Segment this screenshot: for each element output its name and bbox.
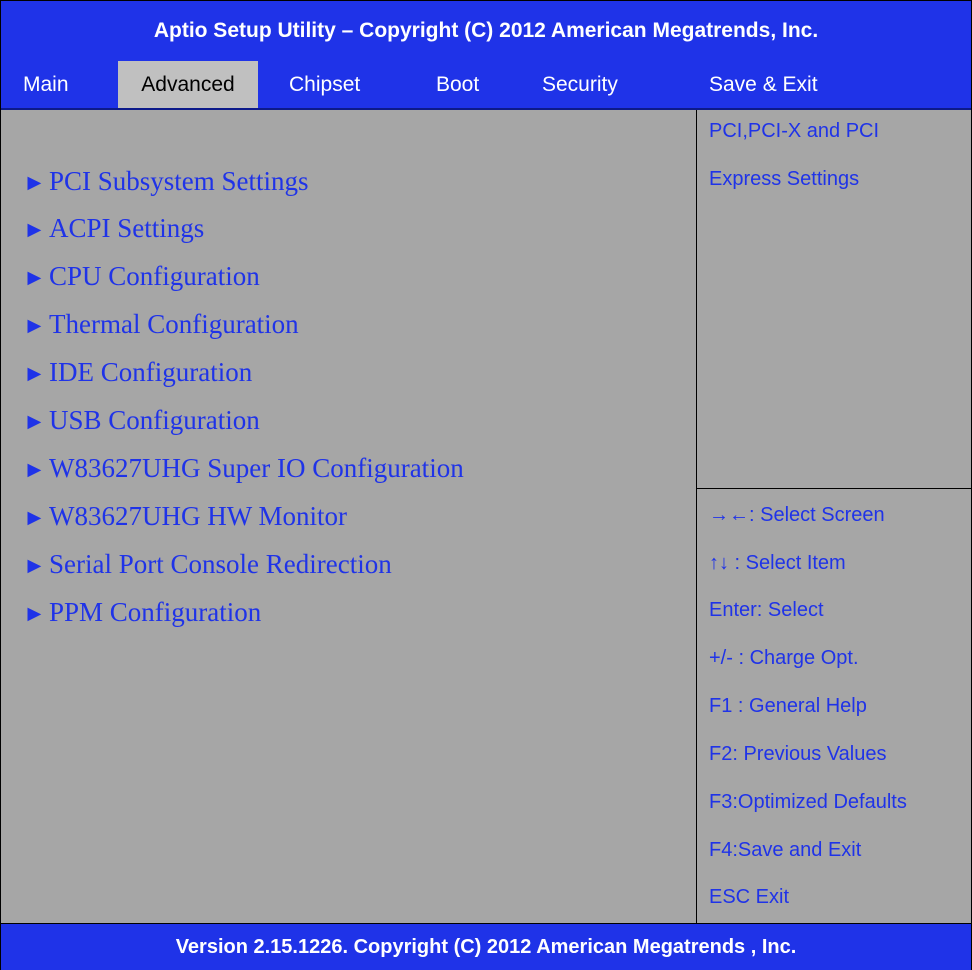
submenu-arrow-icon: ► xyxy=(23,313,46,338)
menu-item-super-io-configuration[interactable]: ► W83627UHG Super IO Configuration xyxy=(23,448,464,488)
bios-setup-window: Aptio Setup Utility – Copyright (C) 2012… xyxy=(0,0,972,970)
title-bar: Aptio Setup Utility – Copyright (C) 2012… xyxy=(1,1,971,61)
menu-panel: ► PCI Subsystem Settings ► ACPI Settings ►… xyxy=(1,110,697,923)
tab-security[interactable]: Security xyxy=(542,61,618,108)
key-select-item: ↑↓ : Select Item xyxy=(709,552,846,574)
key-optimized-defaults: F3:Optimized Defaults xyxy=(709,791,907,813)
menu-item-cpu-configuration[interactable]: ► CPU Configuration xyxy=(23,256,260,296)
submenu-arrow-icon: ► xyxy=(23,505,46,530)
title-text: Aptio Setup Utility – Copyright (C) 2012… xyxy=(153,19,819,42)
tab-save-exit[interactable]: Save & Exit xyxy=(709,61,818,108)
menu-item-label: W83627UHG Super IO Configuration xyxy=(49,453,464,483)
menu-item-acpi-settings[interactable]: ► ACPI Settings xyxy=(23,208,204,248)
tab-main[interactable]: Main xyxy=(23,61,69,108)
menu-item-thermal-configuration[interactable]: ► Thermal Configuration xyxy=(23,304,299,344)
key-save-and-exit: F4:Save and Exit xyxy=(709,839,862,861)
menu-item-ide-configuration[interactable]: ► IDE Configuration xyxy=(23,352,252,392)
key-escape-exit: ESC Exit xyxy=(709,886,790,908)
version-text: Version 2.15.1226. Copyright (C) 2012 Am… xyxy=(175,936,797,958)
menu-item-label: IDE Configuration xyxy=(49,357,253,387)
menu-item-label: W83627UHG HW Monitor xyxy=(49,501,347,531)
submenu-arrow-icon: ► xyxy=(23,457,46,482)
tab-bar: Main Advanced Chipset Boot Security Save… xyxy=(1,61,971,110)
key-general-help: F1 : General Help xyxy=(709,695,867,717)
menu-item-label: ACPI Settings xyxy=(49,213,205,243)
key-change-option: +/- : Charge Opt. xyxy=(709,647,859,669)
menu-item-usb-configuration[interactable]: ► USB Configuration xyxy=(23,400,260,440)
menu-item-label: PPM Configuration xyxy=(49,597,262,627)
submenu-arrow-icon: ► xyxy=(23,265,46,290)
menu-item-label: PCI Subsystem Settings xyxy=(49,166,309,196)
submenu-arrow-icon: ► xyxy=(23,601,46,626)
submenu-arrow-icon: ► xyxy=(23,361,46,386)
submenu-arrow-icon: ► xyxy=(23,170,46,195)
menu-item-label: Serial Port Console Redirection xyxy=(49,549,392,579)
menu-item-label: USB Configuration xyxy=(49,405,260,435)
submenu-arrow-icon: ► xyxy=(23,409,46,434)
tab-advanced[interactable]: Advanced xyxy=(118,61,258,108)
menu-item-label: Thermal Configuration xyxy=(49,309,299,339)
help-panel: PCI,PCI-X and PCI Express Settings xyxy=(697,110,971,489)
submenu-arrow-icon: ► xyxy=(23,553,46,578)
key-previous-values: F2: Previous Values xyxy=(709,743,887,765)
menu-item-ppm-configuration[interactable]: ► PPM Configuration xyxy=(23,592,261,632)
menu-item-hw-monitor[interactable]: ► W83627UHG HW Monitor xyxy=(23,496,347,536)
submenu-arrow-icon: ► xyxy=(23,217,46,242)
menu-item-pci-subsystem-settings[interactable]: ► PCI Subsystem Settings xyxy=(23,161,309,201)
help-text-line: Express Settings xyxy=(709,168,860,190)
menu-item-serial-port-console-redirection[interactable]: ► Serial Port Console Redirection xyxy=(23,544,392,584)
tab-boot[interactable]: Boot xyxy=(436,61,479,108)
key-enter-select: Enter: Select xyxy=(709,599,824,621)
tab-chipset[interactable]: Chipset xyxy=(289,61,360,108)
key-legend-panel: →←: Select Screen ↑↓ : Select Item Enter… xyxy=(697,489,971,923)
menu-item-label: CPU Configuration xyxy=(49,261,260,291)
footer-bar: Version 2.15.1226. Copyright (C) 2012 Am… xyxy=(1,923,971,970)
key-select-screen: →←: Select Screen xyxy=(709,504,885,526)
help-text-line: PCI,PCI-X and PCI xyxy=(709,120,880,142)
